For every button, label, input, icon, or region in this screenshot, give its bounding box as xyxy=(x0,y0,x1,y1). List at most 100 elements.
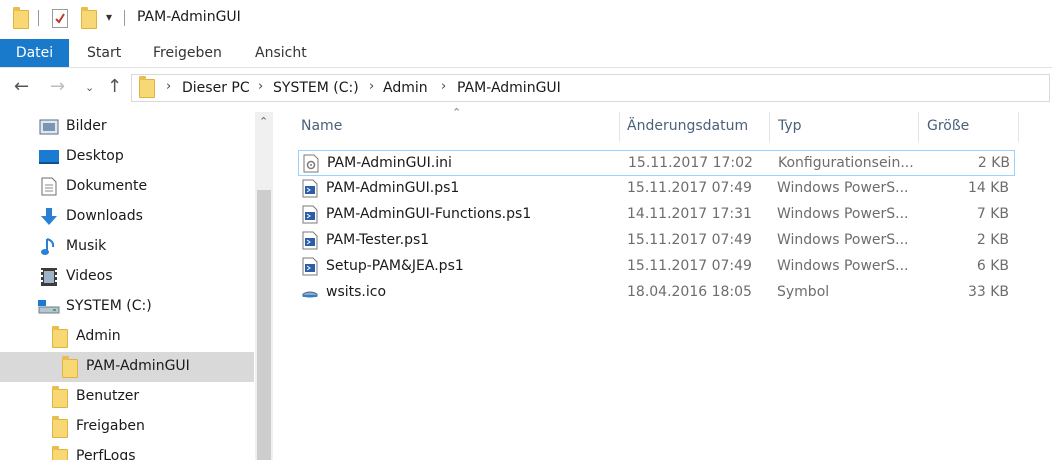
nav-item-downloads[interactable]: Downloads xyxy=(0,202,254,232)
back-arrow-icon[interactable]: ← xyxy=(14,76,29,97)
file-date: 15.11.2017 17:02 xyxy=(628,155,753,171)
drive-icon xyxy=(38,300,60,314)
nav-item-perflogs[interactable]: PerfLogs xyxy=(0,442,254,460)
file-name: PAM-AdminGUI.ps1 xyxy=(326,180,460,196)
quick-access-dropdown-icon[interactable]: ▾ xyxy=(106,10,112,24)
new-folder-icon[interactable] xyxy=(81,7,97,29)
separator xyxy=(38,10,39,26)
breadcrumb-admin[interactable]: Admin xyxy=(383,80,428,96)
nav-item-bilder[interactable]: Bilder xyxy=(0,112,254,142)
file-date: 15.11.2017 07:49 xyxy=(627,180,752,196)
desktop-icon xyxy=(39,150,59,164)
nav-label: Videos xyxy=(66,268,113,284)
folder-icon xyxy=(52,416,68,438)
tab-start[interactable]: Start xyxy=(87,39,121,67)
file-row[interactable]: PAM-AdminGUI-Functions.ps1 14.11.2017 17… xyxy=(298,202,1015,228)
file-row[interactable]: Setup-PAM&JEA.ps1 15.11.2017 07:49 Windo… xyxy=(298,254,1015,280)
image-file-icon xyxy=(302,291,318,298)
file-date: 18.04.2016 18:05 xyxy=(627,284,752,300)
breadcrumb-system-c[interactable]: SYSTEM (C:) xyxy=(273,80,359,96)
file-type: Windows PowerS... xyxy=(777,232,909,248)
folder-icon xyxy=(13,7,29,29)
file-size: 33 KB xyxy=(967,284,1009,300)
config-file-icon xyxy=(303,154,319,173)
file-date: 14.11.2017 17:31 xyxy=(627,206,752,222)
nav-scrollbar-thumb[interactable] xyxy=(257,190,271,460)
address-bar[interactable] xyxy=(131,74,1050,102)
properties-icon[interactable] xyxy=(52,9,68,28)
tab-freigeben[interactable]: Freigeben xyxy=(153,39,222,67)
nav-label: Downloads xyxy=(66,208,143,224)
file-name: PAM-Tester.ps1 xyxy=(326,232,430,248)
documents-icon xyxy=(41,177,57,196)
nav-item-benutzer[interactable]: Benutzer xyxy=(0,382,254,412)
recent-locations-icon[interactable]: ⌄ xyxy=(85,81,94,94)
file-type: Windows PowerS... xyxy=(777,206,909,222)
file-row[interactable]: PAM-AdminGUI.ini 15.11.2017 17:02 Konfig… xyxy=(298,150,1015,176)
folder-icon xyxy=(139,76,155,98)
nav-label: PAM-AdminGUI xyxy=(86,358,190,374)
nav-label: Dokumente xyxy=(66,178,148,194)
nav-item-desktop[interactable]: Desktop xyxy=(0,142,254,172)
chevron-right-icon[interactable]: › xyxy=(441,79,446,94)
nav-item-dokumente[interactable]: Dokumente xyxy=(0,172,254,202)
file-name: wsits.ico xyxy=(326,284,387,300)
videos-icon xyxy=(41,268,57,286)
up-arrow-icon[interactable]: ↑ xyxy=(107,76,122,97)
file-row[interactable]: wsits.ico 18.04.2016 18:05 Symbol 33 KB xyxy=(298,280,1015,306)
file-type: Windows PowerS... xyxy=(777,258,909,274)
scroll-up-icon[interactable]: ⌃ xyxy=(259,115,268,128)
powershell-file-icon xyxy=(302,179,318,198)
tab-datei[interactable]: Datei xyxy=(0,39,69,67)
file-type: Symbol xyxy=(777,284,830,300)
file-date: 15.11.2017 07:49 xyxy=(627,258,752,274)
file-name: PAM-AdminGUI.ini xyxy=(327,155,452,171)
file-type: Konfigurationsein... xyxy=(778,155,914,171)
nav-item-system-c[interactable]: SYSTEM (C:) xyxy=(0,292,254,322)
nav-label: Desktop xyxy=(66,148,124,164)
nav-item-pam-admingui[interactable]: PAM-AdminGUI xyxy=(0,352,254,382)
powershell-file-icon xyxy=(302,257,318,276)
file-size: 14 KB xyxy=(967,180,1009,196)
breadcrumb-dieser-pc[interactable]: Dieser PC xyxy=(182,80,250,96)
nav-item-videos[interactable]: Videos xyxy=(0,262,254,292)
separator xyxy=(124,10,125,26)
chevron-right-icon[interactable]: › xyxy=(166,79,171,94)
nav-label: Freigaben xyxy=(76,418,145,434)
forward-arrow-icon[interactable]: → xyxy=(50,76,65,97)
powershell-file-icon xyxy=(302,205,318,224)
file-row[interactable]: PAM-Tester.ps1 15.11.2017 07:49 Windows … xyxy=(298,228,1015,254)
sort-ascending-icon: ⌃ xyxy=(452,106,462,119)
column-divider[interactable] xyxy=(918,112,919,142)
folder-icon xyxy=(52,446,68,460)
file-row[interactable]: PAM-AdminGUI.ps1 15.11.2017 07:49 Window… xyxy=(298,176,1015,202)
window-title: PAM-AdminGUI xyxy=(137,9,241,25)
column-divider[interactable] xyxy=(619,112,620,142)
nav-label: Bilder xyxy=(66,118,107,134)
column-header-name[interactable]: Name xyxy=(301,118,342,134)
nav-item-freigaben[interactable]: Freigaben xyxy=(0,412,254,442)
file-date: 15.11.2017 07:49 xyxy=(627,232,752,248)
column-header-type[interactable]: Typ xyxy=(778,118,802,134)
file-size: 2 KB xyxy=(977,155,1010,171)
nav-label: Admin xyxy=(76,328,121,344)
breadcrumb-pam-admingui[interactable]: PAM-AdminGUI xyxy=(457,80,561,96)
downloads-icon xyxy=(41,208,57,225)
powershell-file-icon xyxy=(302,231,318,250)
nav-item-musik[interactable]: Musik xyxy=(0,232,254,262)
file-type: Windows PowerS... xyxy=(777,180,909,196)
folder-icon xyxy=(62,356,78,378)
column-divider[interactable] xyxy=(1018,112,1019,142)
file-name: PAM-AdminGUI-Functions.ps1 xyxy=(326,206,532,222)
pictures-icon xyxy=(39,119,59,135)
chevron-right-icon[interactable]: › xyxy=(369,79,374,94)
folder-icon xyxy=(52,326,68,348)
music-icon xyxy=(41,238,55,255)
column-divider[interactable] xyxy=(769,112,770,142)
column-header-date[interactable]: Änderungsdatum xyxy=(627,118,748,134)
column-header-size[interactable]: Größe xyxy=(927,118,969,134)
nav-label: PerfLogs xyxy=(76,448,136,460)
tab-ansicht[interactable]: Ansicht xyxy=(255,39,307,67)
nav-item-admin[interactable]: Admin xyxy=(0,322,254,352)
chevron-right-icon[interactable]: › xyxy=(258,79,263,94)
